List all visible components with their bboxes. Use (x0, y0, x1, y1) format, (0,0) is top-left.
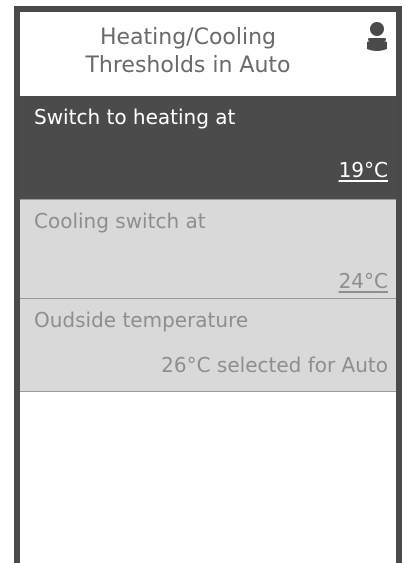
screen-header: Heating/Cooling Thresholds in Auto (20, 12, 396, 96)
outside-temperature-label: Oudside temperature (34, 308, 249, 332)
thermostat-screen: Heating/Cooling Thresholds in Auto Switc… (14, 6, 402, 563)
outside-temperature-value: 26°C selected for Auto (161, 353, 388, 377)
outside-temperature-row: Oudside temperature 26°C selected for Au… (20, 299, 396, 392)
screen-title: Heating/Cooling Thresholds in Auto (85, 25, 291, 78)
switch-to-heating-row[interactable]: Switch to heating at 19°C (20, 96, 396, 200)
cooling-switch-row[interactable]: Cooling switch at 24°C (20, 200, 396, 299)
switch-to-heating-label: Switch to heating at (34, 105, 236, 129)
heating-threshold-value[interactable]: 19°C (339, 157, 388, 183)
cooling-threshold-value[interactable]: 24°C (339, 268, 388, 294)
cooling-switch-label: Cooling switch at (34, 209, 206, 233)
user-icon[interactable] (364, 20, 390, 54)
